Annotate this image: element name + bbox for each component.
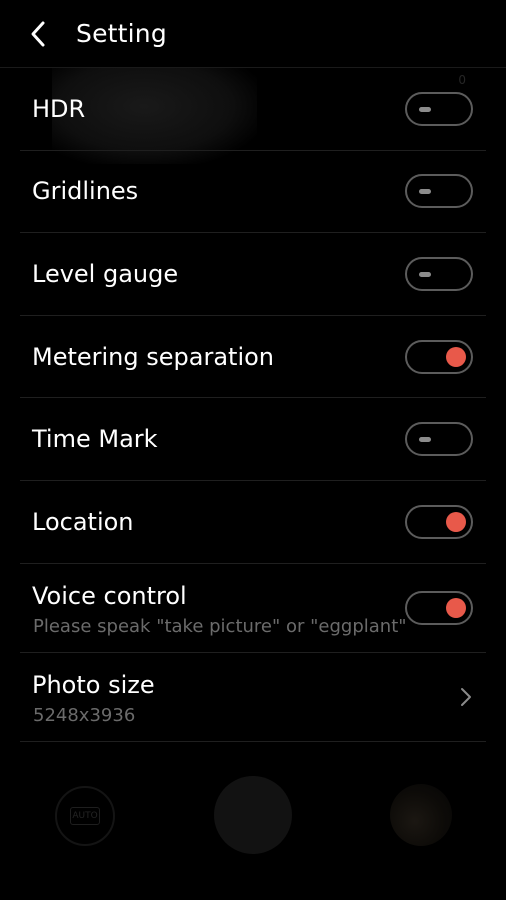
toggle-on-knob: [446, 597, 466, 618]
setting-label: Metering separation: [32, 342, 275, 371]
voice-control-toggle[interactable]: [405, 590, 473, 625]
setting-label: Location: [32, 507, 134, 536]
toggle-on-knob: [446, 511, 466, 532]
gallery-thumbnail: [390, 784, 452, 846]
location-toggle[interactable]: [405, 504, 473, 539]
setting-row-hdr[interactable]: HDR: [20, 68, 486, 151]
settings-list: HDR Gridlines Level gauge Metering separ…: [20, 68, 486, 742]
setting-label: Level gauge: [32, 259, 179, 288]
time-mark-toggle[interactable]: [405, 422, 473, 457]
setting-row-metering-separation[interactable]: Metering separation: [20, 316, 486, 399]
toggle-off-knob: [419, 271, 431, 277]
gridlines-toggle[interactable]: [405, 174, 473, 209]
setting-label: Voice control: [32, 581, 187, 610]
setting-row-photo-size[interactable]: Photo size 5248x3936: [20, 653, 486, 742]
setting-sublabel: 5248x3936: [33, 704, 136, 726]
metering-separation-toggle[interactable]: [405, 339, 473, 374]
camera-controls-background: AUTO: [0, 742, 506, 900]
page-title: Setting: [76, 19, 167, 48]
chevron-left-icon: [31, 21, 45, 47]
toggle-off-knob: [419, 437, 431, 443]
hdr-toggle[interactable]: [405, 91, 473, 126]
setting-label: HDR: [32, 94, 86, 123]
shutter-button: [214, 776, 292, 854]
settings-header: Setting: [0, 0, 506, 68]
toggle-off-knob: [419, 189, 431, 195]
setting-label: Time Mark: [32, 425, 158, 454]
auto-mode-label: AUTO: [70, 807, 100, 825]
setting-row-level-gauge[interactable]: Level gauge: [20, 233, 486, 316]
setting-label: Gridlines: [32, 177, 139, 206]
setting-sublabel: Please speak "take picture" or "eggplant…: [33, 615, 407, 637]
chevron-right-icon: [461, 687, 471, 706]
level-gauge-toggle[interactable]: [405, 256, 473, 291]
setting-row-voice-control[interactable]: Voice control Please speak "take picture…: [20, 564, 486, 653]
back-button[interactable]: [18, 14, 58, 54]
toggle-on-knob: [446, 346, 466, 367]
setting-label: Photo size: [32, 670, 155, 699]
toggle-off-knob: [419, 106, 431, 112]
setting-row-time-mark[interactable]: Time Mark: [20, 398, 486, 481]
setting-row-location[interactable]: Location: [20, 481, 486, 564]
auto-mode-button: AUTO: [55, 786, 115, 846]
setting-row-gridlines[interactable]: Gridlines: [20, 151, 486, 234]
